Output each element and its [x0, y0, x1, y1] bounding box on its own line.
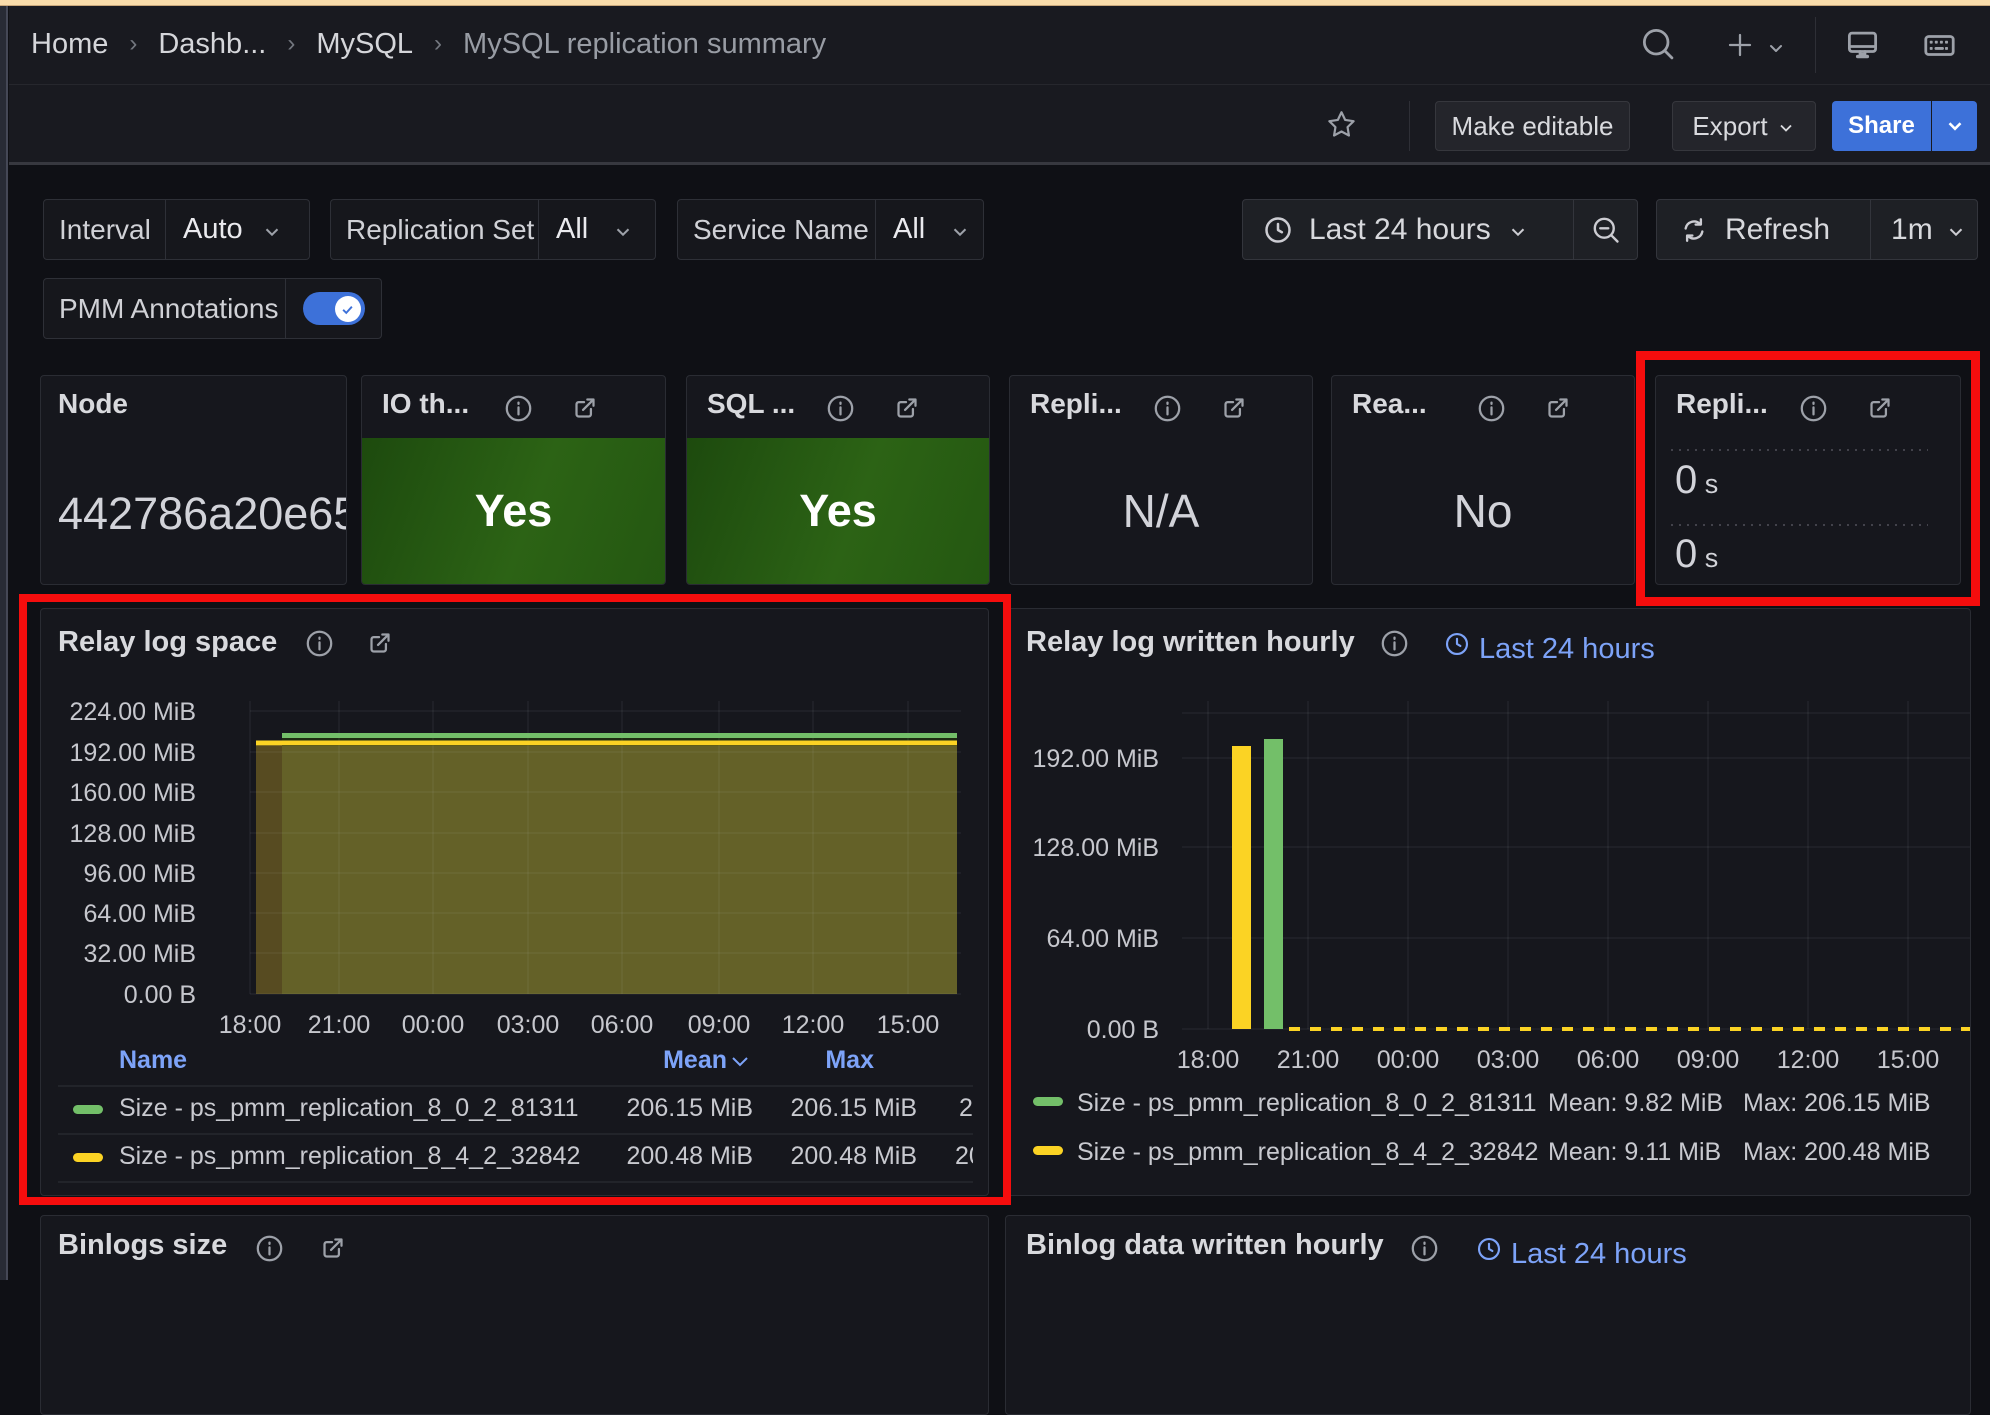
svg-text:Size - ps_pmm_replication_8_0_: Size - ps_pmm_replication_8_0_2_81311	[1077, 1089, 1537, 1117]
svg-text:12:00: 12:00	[1777, 1046, 1840, 1074]
svg-text:Mean: 9.11 MiB: Mean: 9.11 MiB	[1548, 1138, 1721, 1166]
svg-text:09:00: 09:00	[1677, 1046, 1740, 1074]
svg-text:21:00: 21:00	[1277, 1046, 1340, 1074]
svg-text:00:00: 00:00	[1377, 1046, 1440, 1074]
svg-text:192.00 MiB: 192.00 MiB	[1033, 745, 1159, 773]
svg-text:Mean: 9.82 MiB: Mean: 9.82 MiB	[1548, 1089, 1723, 1117]
svg-text:Size - ps_pmm_replication_8_4_: Size - ps_pmm_replication_8_4_2_32842	[1077, 1138, 1538, 1166]
svg-text:03:00: 03:00	[1477, 1046, 1540, 1074]
svg-text:15:00: 15:00	[1877, 1046, 1940, 1074]
svg-text:06:00: 06:00	[1577, 1046, 1640, 1074]
svg-text:64.00 MiB: 64.00 MiB	[1046, 925, 1159, 953]
svg-text:18:00: 18:00	[1177, 1046, 1240, 1074]
svg-text:0.00 B: 0.00 B	[1087, 1016, 1159, 1044]
svg-text:Max: 206.15 MiB: Max: 206.15 MiB	[1743, 1089, 1931, 1117]
svg-text:Max: 200.48 MiB: Max: 200.48 MiB	[1743, 1138, 1931, 1166]
svg-text:128.00 MiB: 128.00 MiB	[1033, 834, 1159, 862]
